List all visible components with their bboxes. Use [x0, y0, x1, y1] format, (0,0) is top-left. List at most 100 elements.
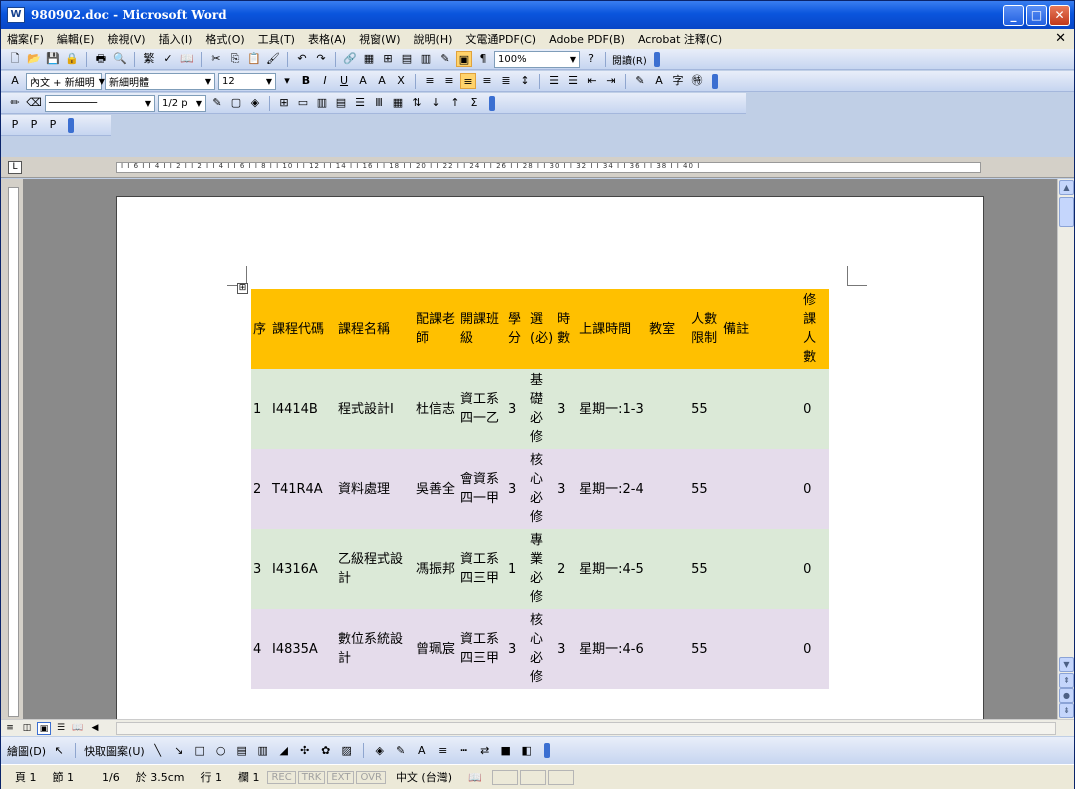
cell-room[interactable] — [647, 369, 690, 449]
text-direction-icon[interactable]: ⇅ — [409, 95, 425, 111]
toolbar-options-icon[interactable] — [543, 743, 550, 758]
table-autoformat-icon[interactable]: ▦ — [390, 95, 406, 111]
cell-no[interactable]: 2 — [251, 449, 270, 529]
help-icon[interactable]: ? — [583, 51, 599, 67]
cell-room[interactable] — [647, 529, 690, 609]
select-objects-icon[interactable]: ↖ — [51, 743, 67, 759]
cell-type[interactable]: 核心必修 — [528, 609, 556, 689]
document-map-icon[interactable]: ▣ — [456, 51, 472, 67]
undo-icon[interactable]: ↶ — [294, 51, 310, 67]
cell-credit[interactable]: 1 — [506, 529, 528, 609]
cell-hours[interactable]: 2 — [555, 529, 578, 609]
distributed-icon[interactable]: ≣ — [498, 73, 514, 89]
align-center-icon[interactable]: ≡ — [441, 73, 457, 89]
cell-note[interactable] — [721, 609, 802, 689]
horizontal-ruler[interactable]: L I I 6 I I 4 I I 2 I I 2 I I 4 I I 6 I … — [1, 157, 1074, 178]
insert-excel-icon[interactable]: ▤ — [399, 51, 415, 67]
draw-menu-button[interactable]: 繪圖(D) — [7, 743, 46, 759]
cell-credit[interactable]: 3 — [506, 449, 528, 529]
menu-help[interactable]: 說明(H) — [414, 31, 453, 47]
insert-table-icon[interactable]: ⊞ — [276, 95, 292, 111]
distribute-rows-icon[interactable]: ☰ — [352, 95, 368, 111]
close-button[interactable]: ✕ — [1049, 5, 1070, 26]
decrease-indent-icon[interactable]: ⇤ — [584, 73, 600, 89]
print-preview-icon[interactable]: 🔍 — [112, 51, 128, 67]
align-left-icon[interactable]: ≡ — [422, 73, 438, 89]
cell-note[interactable] — [721, 529, 802, 609]
cell-enrolled[interactable]: 0 — [801, 529, 830, 609]
border-color-icon[interactable]: ✎ — [209, 95, 225, 111]
cell-type[interactable]: 專業必修 — [528, 529, 556, 609]
document-close-icon[interactable]: ✕ — [1055, 31, 1066, 46]
menu-acrobat-comments[interactable]: Acrobat 注釋(C) — [638, 31, 722, 47]
cell-class[interactable]: 會資系四一甲 — [458, 449, 506, 529]
drawing-icon[interactable]: ✎ — [437, 51, 453, 67]
align-cell-icon[interactable]: ▤ — [333, 95, 349, 111]
cell-time[interactable]: 星期一:2-4 — [577, 449, 648, 529]
cell-limit[interactable]: 55 — [689, 449, 722, 529]
scroll-up-icon[interactable]: ▲ — [1059, 180, 1074, 195]
status-ovr[interactable]: OVR — [356, 770, 386, 784]
menu-file[interactable]: 檔案(F) — [7, 31, 44, 47]
cell-room[interactable] — [647, 449, 690, 529]
document-area[interactable]: ⊞ 序 課程代碼 課程名稱 配課老師 開課班級 學分 選(必) 時數 上課時間 … — [23, 179, 1057, 719]
menu-pdf-converter[interactable]: 文電通PDF(C) — [465, 31, 536, 47]
arrow-style-icon[interactable]: ⇄ — [477, 743, 493, 759]
cell-credit[interactable]: 3 — [506, 369, 528, 449]
enclose-characters-icon[interactable]: ㊕ — [689, 73, 705, 89]
scroll-down-icon[interactable]: ▼ — [1059, 657, 1074, 672]
dash-style-icon[interactable]: ┅ — [456, 743, 472, 759]
cell-enrolled[interactable]: 0 — [801, 609, 830, 689]
open-folder-icon[interactable]: 📂 — [26, 51, 42, 67]
fill-color-icon[interactable]: ◈ — [372, 743, 388, 759]
traditional-chinese-button[interactable]: 繁 — [141, 51, 157, 67]
cell-enrolled[interactable]: 0 — [801, 369, 830, 449]
show-hide-icon[interactable]: ¶ — [475, 51, 491, 67]
research-icon[interactable]: 📖 — [179, 51, 195, 67]
columns-icon[interactable]: ▥ — [418, 51, 434, 67]
menu-adobe-pdf[interactable]: Adobe PDF(B) — [549, 33, 625, 46]
cell-type[interactable]: 核心必修 — [528, 449, 556, 529]
draw-table-icon[interactable]: ✏ — [7, 95, 23, 111]
cell-time[interactable]: 星期一:1-3 — [577, 369, 648, 449]
line-style-icon[interactable]: ≡ — [435, 743, 451, 759]
status-rec[interactable]: REC — [267, 770, 296, 784]
cell-name[interactable]: 數位系統設計 — [336, 609, 414, 689]
highlight-icon[interactable]: ✎ — [632, 73, 648, 89]
redo-icon[interactable]: ↷ — [313, 51, 329, 67]
cell-enrolled[interactable]: 0 — [801, 449, 830, 529]
text-box-icon[interactable]: ▤ — [234, 743, 250, 759]
convert-pdf-icon[interactable]: P — [7, 117, 23, 133]
line-style-combo[interactable]: ──────── ▼ — [45, 94, 155, 112]
font-color-icon[interactable]: A — [414, 743, 430, 759]
cell-code[interactable]: I4835A — [270, 609, 336, 689]
increase-indent-icon[interactable]: ⇥ — [603, 73, 619, 89]
status-ext[interactable]: EXT — [327, 770, 355, 784]
print-layout-view-icon[interactable]: ▣ — [37, 721, 51, 735]
minimize-button[interactable]: _ — [1003, 5, 1024, 26]
tables-borders-icon[interactable]: ▦ — [361, 51, 377, 67]
char-border-icon[interactable]: A — [355, 73, 371, 89]
underline-icon[interactable]: U — [336, 73, 352, 89]
toolbar-options-icon[interactable] — [68, 117, 74, 133]
line-weight-combo[interactable]: 1/2 p ▼ — [158, 94, 206, 112]
toolbar-options-icon[interactable] — [653, 51, 660, 67]
char-scale-icon[interactable]: X — [393, 73, 409, 89]
line-spacing-icon[interactable]: ↕ — [517, 73, 533, 89]
line-icon[interactable]: ╲ — [150, 743, 166, 759]
outline-view-icon[interactable]: ☰ — [54, 722, 68, 735]
cell-no[interactable]: 1 — [251, 369, 270, 449]
table-row[interactable]: 3 I4316A 乙級程式設計 馮振邦 資工系四三甲 1 專業必修 2 星期一:… — [251, 529, 830, 609]
zoom-combo[interactable]: 100% ▼ — [494, 50, 580, 68]
font-combo[interactable]: 新細明體 ▼ — [105, 72, 215, 90]
pdf-review-icon[interactable]: P — [45, 117, 61, 133]
table-move-handle-icon[interactable]: ⊞ — [237, 283, 248, 294]
new-document-icon[interactable]: 🗋 — [7, 51, 23, 67]
vertical-ruler[interactable] — [1, 179, 23, 719]
cell-code[interactable]: T41R4A — [270, 449, 336, 529]
sort-descending-icon[interactable]: ↑ — [447, 95, 463, 111]
vertical-scrollbar[interactable]: ▲ ▼ ⇞ ● ⇟ — [1057, 179, 1074, 719]
sort-ascending-icon[interactable]: ↓ — [428, 95, 444, 111]
menu-insert[interactable]: 插入(I) — [159, 31, 193, 47]
vertical-text-box-icon[interactable]: ▥ — [255, 743, 271, 759]
